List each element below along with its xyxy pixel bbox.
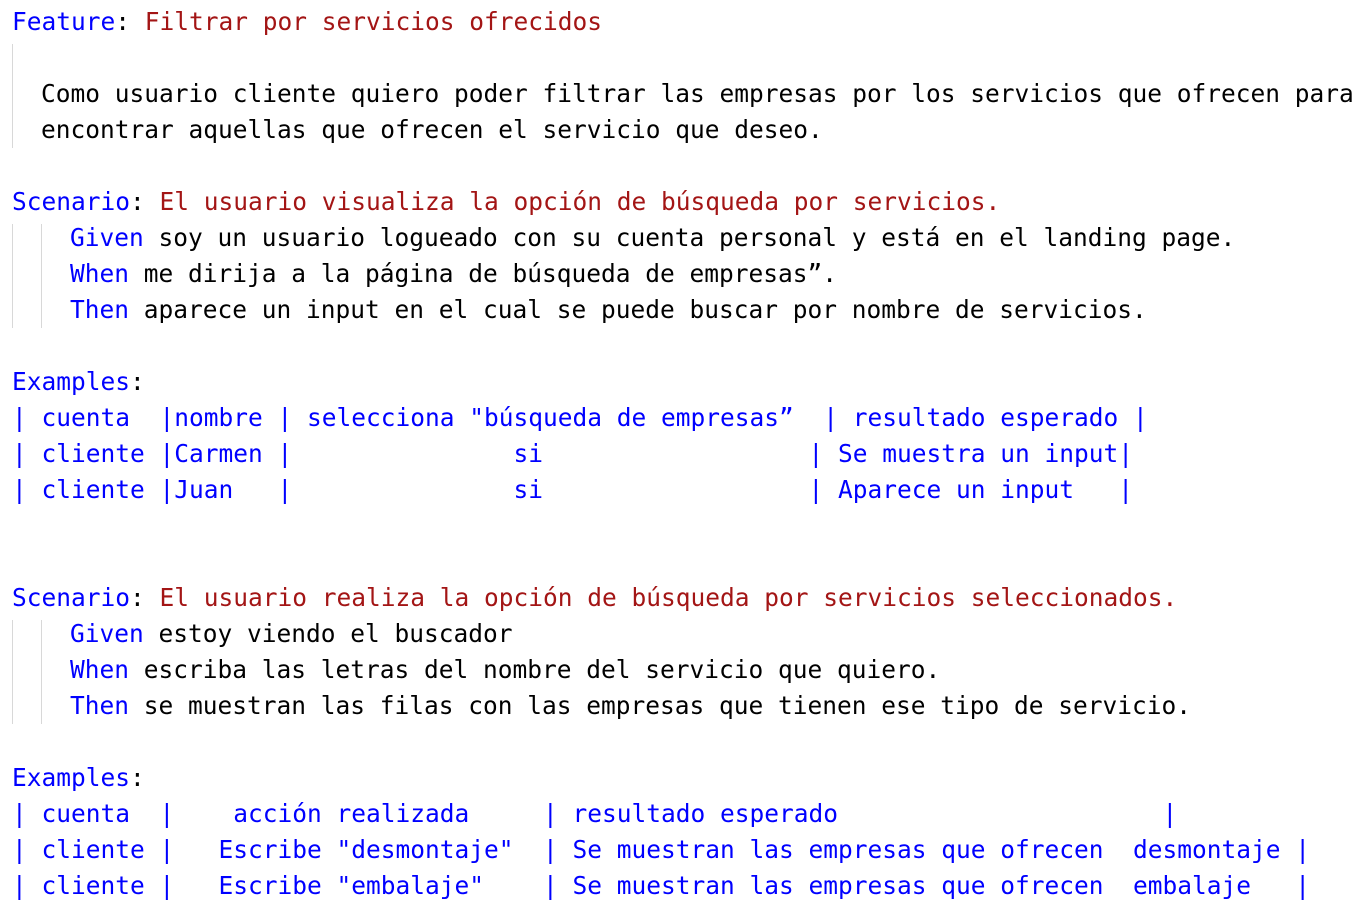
scenario-line: Scenario: El usuario visualiza la opción… — [12, 187, 1001, 216]
examples-row: | cliente |Juan | si | Aparece un input … — [12, 475, 1134, 504]
step-when: When escriba las letras del nombre del s… — [12, 652, 1354, 688]
examples-row: | cliente | Escribe "desmontaje" | Se mu… — [12, 835, 1311, 864]
scenario-keyword: Scenario — [12, 583, 131, 612]
step-then: Then se muestran las filas con las empre… — [12, 688, 1354, 724]
step-keyword: Given — [70, 619, 144, 648]
step-text: aparece un input en el cual se puede bus… — [129, 295, 1147, 324]
step-given: Given soy un usuario logueado con su cue… — [12, 220, 1354, 256]
examples-line: Examples: — [12, 367, 145, 396]
code-editor[interactable]: Feature: Filtrar por servicios ofrecidos… — [12, 4, 1354, 904]
step-given: Given estoy viendo el buscador — [12, 616, 1354, 652]
step-text: me dirija a la página de búsqueda de emp… — [129, 259, 838, 288]
step-keyword: Given — [70, 223, 144, 252]
examples-row: | cliente | Escribe "embalaje" | Se mues… — [12, 871, 1311, 900]
examples-header-row: | cuenta |nombre | selecciona "búsqueda … — [12, 403, 1148, 432]
scenario-line: Scenario: El usuario realiza la opción d… — [12, 583, 1178, 612]
step-text: se muestran las filas con las empresas q… — [129, 691, 1192, 720]
examples-row: | cliente |Carmen | si | Se muestra un i… — [12, 439, 1134, 468]
feature-title: Filtrar por servicios ofrecidos — [144, 7, 603, 36]
step-keyword: When — [70, 655, 130, 684]
step-text: soy un usuario logueado con su cuenta pe… — [143, 223, 1236, 252]
examples-header-row: | cuenta | acción realizada | resultado … — [12, 799, 1178, 828]
step-keyword: Then — [70, 691, 130, 720]
scenario-keyword: Scenario — [12, 187, 131, 216]
step-text: escriba las letras del nombre del servic… — [129, 655, 941, 684]
scenario-title: El usuario realiza la opción de búsqueda… — [159, 583, 1178, 612]
feature-line: Feature: Filtrar por servicios ofrecidos — [12, 7, 603, 36]
step-text: estoy viendo el buscador — [143, 619, 513, 648]
feature-keyword: Feature — [12, 7, 116, 36]
step-when: When me dirija a la página de búsqueda d… — [12, 256, 1354, 292]
step-then: Then aparece un input en el cual se pued… — [12, 292, 1354, 328]
scenario-title: El usuario visualiza la opción de búsque… — [159, 187, 1001, 216]
feature-description-line: Como usuario cliente quiero poder filtra… — [41, 79, 1354, 108]
feature-description-line: encontrar aquellas que ofrecen el servic… — [41, 115, 823, 144]
step-keyword: When — [70, 259, 130, 288]
examples-keyword: Examples — [12, 367, 131, 396]
examples-keyword: Examples — [12, 763, 131, 792]
step-keyword: Then — [70, 295, 130, 324]
examples-line: Examples: — [12, 763, 145, 792]
